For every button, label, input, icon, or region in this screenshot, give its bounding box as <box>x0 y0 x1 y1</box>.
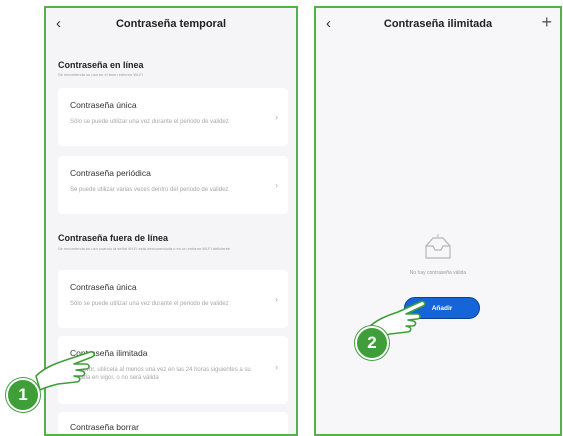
card-offline-clear[interactable]: Contraseña borrar <box>58 412 288 434</box>
left-header: ‹ Contraseña temporal <box>46 8 296 40</box>
page-title: Contraseña temporal <box>115 18 227 30</box>
card-title: Contraseña periódica <box>70 168 151 178</box>
card-online-single[interactable]: Contraseña única Sólo se puede utilizar … <box>58 88 288 146</box>
card-title: Contraseña única <box>70 282 137 292</box>
card-title: Contraseña única <box>70 100 137 110</box>
right-phone-screen: ‹ Contraseña ilimitada + No hay contrase… <box>314 6 562 436</box>
chevron-right-icon: › <box>275 294 278 304</box>
pointing-hand-icon <box>35 351 95 391</box>
card-desc: Sólo se puede utilizar una vez durante e… <box>70 119 229 125</box>
card-desc: Sólo se puede utilizar una vez durante e… <box>70 301 229 307</box>
online-section-title: Contraseña en línea <box>58 60 144 70</box>
right-header: ‹ Contraseña ilimitada + <box>316 8 560 40</box>
chevron-right-icon: › <box>275 112 278 122</box>
empty-inbox-icon <box>425 234 451 259</box>
offline-section-desc: Se recomienda su uso cuando la señal Wi-… <box>58 246 230 251</box>
card-desc: Se puede utilizar varias veces dentro de… <box>70 187 229 193</box>
step-2-badge: 2 <box>355 326 389 360</box>
offline-section-title: Contraseña fuera de línea <box>58 233 169 243</box>
add-icon[interactable]: + <box>541 13 552 31</box>
empty-state-text: No hay contraseña válida <box>409 270 467 276</box>
online-section-desc: Se recomienda su uso en el buen entorno … <box>58 72 143 77</box>
card-offline-single[interactable]: Contraseña única Sólo se puede utilizar … <box>58 270 288 328</box>
chevron-right-icon: › <box>275 180 278 190</box>
card-online-periodic[interactable]: Contraseña periódica Se puede utilizar v… <box>58 156 288 214</box>
step-1-badge: 1 <box>6 378 40 412</box>
chevron-right-icon: › <box>275 362 278 372</box>
page-title: Contraseña ilimitada <box>383 18 493 30</box>
